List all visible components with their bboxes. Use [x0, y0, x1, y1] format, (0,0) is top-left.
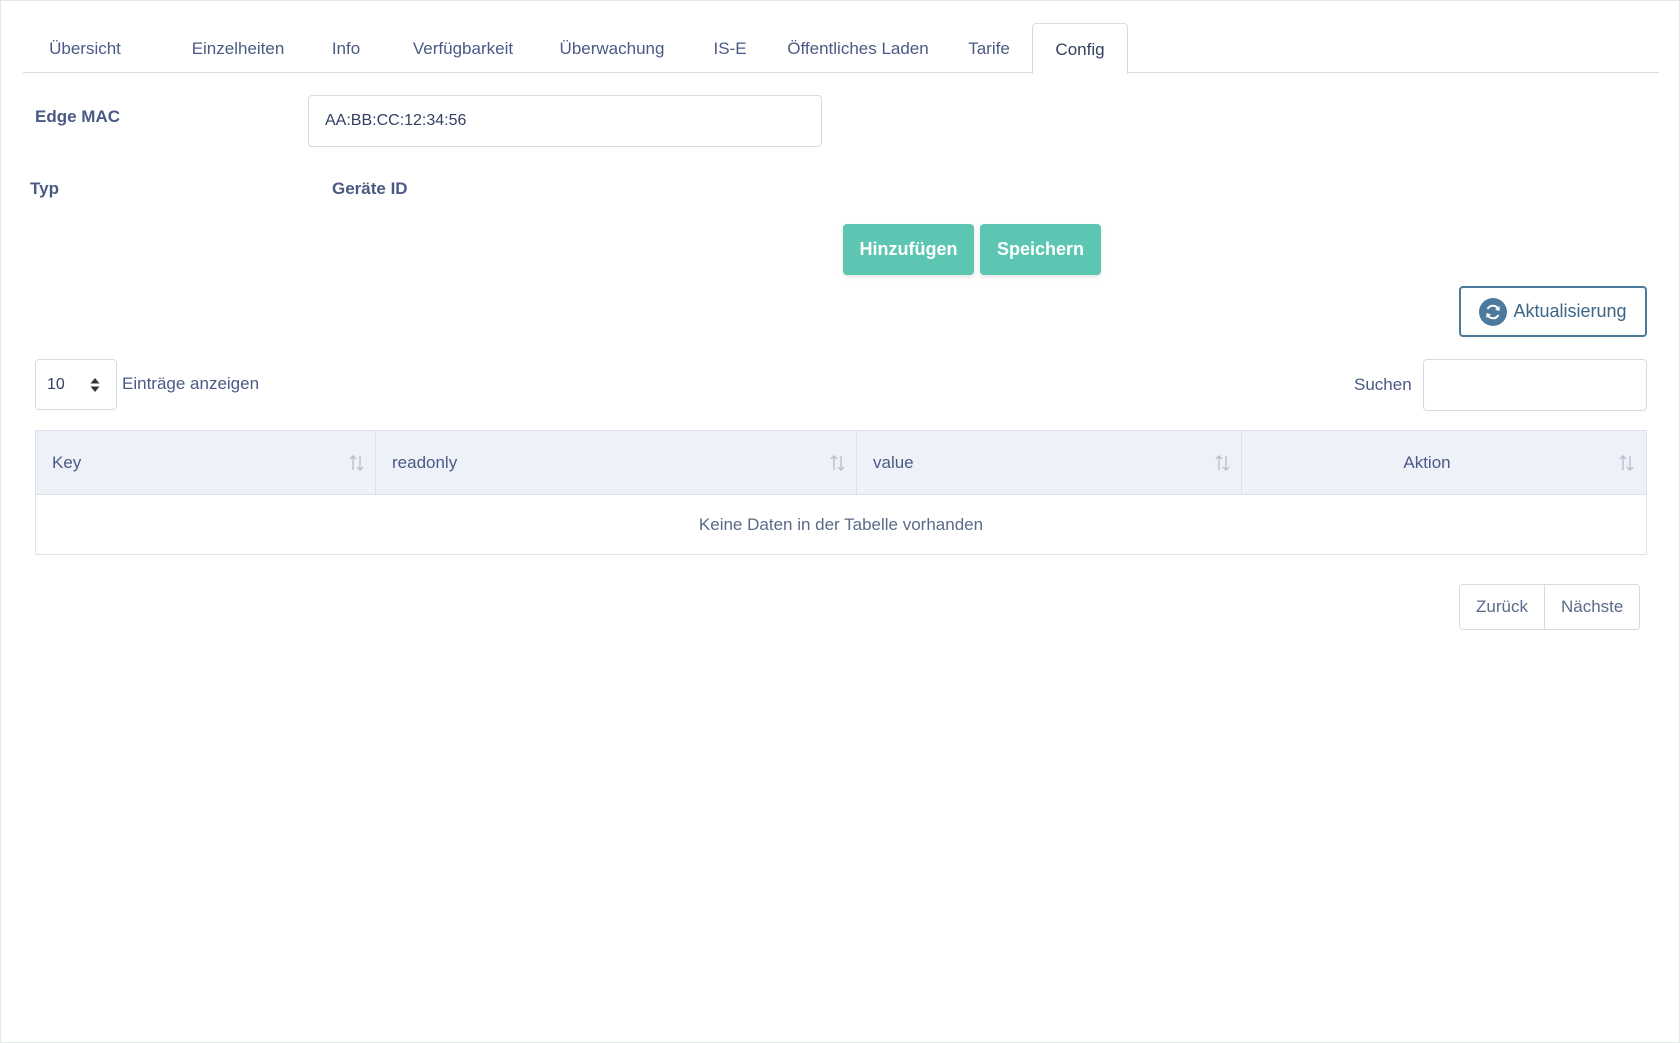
add-button[interactable]: Hinzufügen [843, 224, 974, 275]
tab-einzelheiten[interactable]: Einzelheiten [163, 23, 313, 73]
previous-page-button[interactable]: Zurück [1460, 585, 1544, 629]
tab-tarife[interactable]: Tarife [949, 23, 1029, 73]
page-length-label: Einträge anzeigen [122, 374, 260, 393]
column-header-key-label: Key [52, 453, 82, 472]
column-header-key[interactable]: Key [36, 431, 376, 494]
sort-icon [830, 455, 845, 471]
tab-oeffentliches-laden[interactable]: Öffentliches Laden [768, 23, 948, 73]
column-header-aktion-label: Aktion [1403, 453, 1451, 472]
page-frame: Übersicht Einzelheiten Info Verfügbarkei… [0, 0, 1680, 1043]
column-header-value[interactable]: value [857, 431, 1242, 494]
pagination: Zurück Nächste [1459, 584, 1641, 630]
column-header-aktion[interactable]: Aktion [1242, 431, 1646, 494]
geraete-id-label: Geräte ID [332, 179, 408, 198]
refresh-button[interactable]: Aktualisierung [1459, 286, 1647, 337]
page-length-select[interactable]: 10 [35, 359, 117, 410]
sort-icon [1619, 455, 1634, 471]
next-page-button[interactable]: Nächste [1543, 585, 1640, 629]
refresh-icon [1479, 297, 1508, 326]
table-header: Key readonly value Aktion [36, 431, 1646, 495]
tab-uebersicht[interactable]: Übersicht [23, 23, 147, 73]
tab-info[interactable]: Info [307, 23, 385, 73]
column-header-readonly-label: readonly [392, 453, 458, 472]
column-header-value-label: value [873, 453, 914, 472]
page-length-value: 10 [47, 375, 65, 393]
column-header-readonly[interactable]: readonly [376, 431, 857, 494]
sort-icon [1215, 455, 1230, 471]
tab-ueberwachung[interactable]: Überwachung [535, 23, 689, 73]
tab-bar: Übersicht Einzelheiten Info Verfügbarkei… [23, 23, 1659, 74]
sort-icon [349, 455, 364, 471]
tab-config[interactable]: Config [1032, 23, 1128, 74]
save-button[interactable]: Speichern [980, 224, 1101, 275]
search-input[interactable] [1423, 359, 1647, 411]
select-arrows-icon [90, 378, 100, 392]
refresh-button-label: Aktualisierung [1513, 301, 1627, 321]
tab-verfuegbarkeit[interactable]: Verfügbarkeit [388, 23, 538, 73]
edge-mac-label: Edge MAC [35, 107, 120, 126]
search-label: Suchen [1354, 375, 1412, 394]
edge-mac-input[interactable] [308, 95, 822, 147]
empty-table-message: Keine Daten in der Tabelle vorhanden [698, 515, 984, 534]
config-table: Key readonly value Aktion Keine Daten in… [35, 430, 1647, 555]
typ-label: Typ [30, 179, 59, 198]
tab-is-e[interactable]: IS-E [688, 23, 772, 73]
